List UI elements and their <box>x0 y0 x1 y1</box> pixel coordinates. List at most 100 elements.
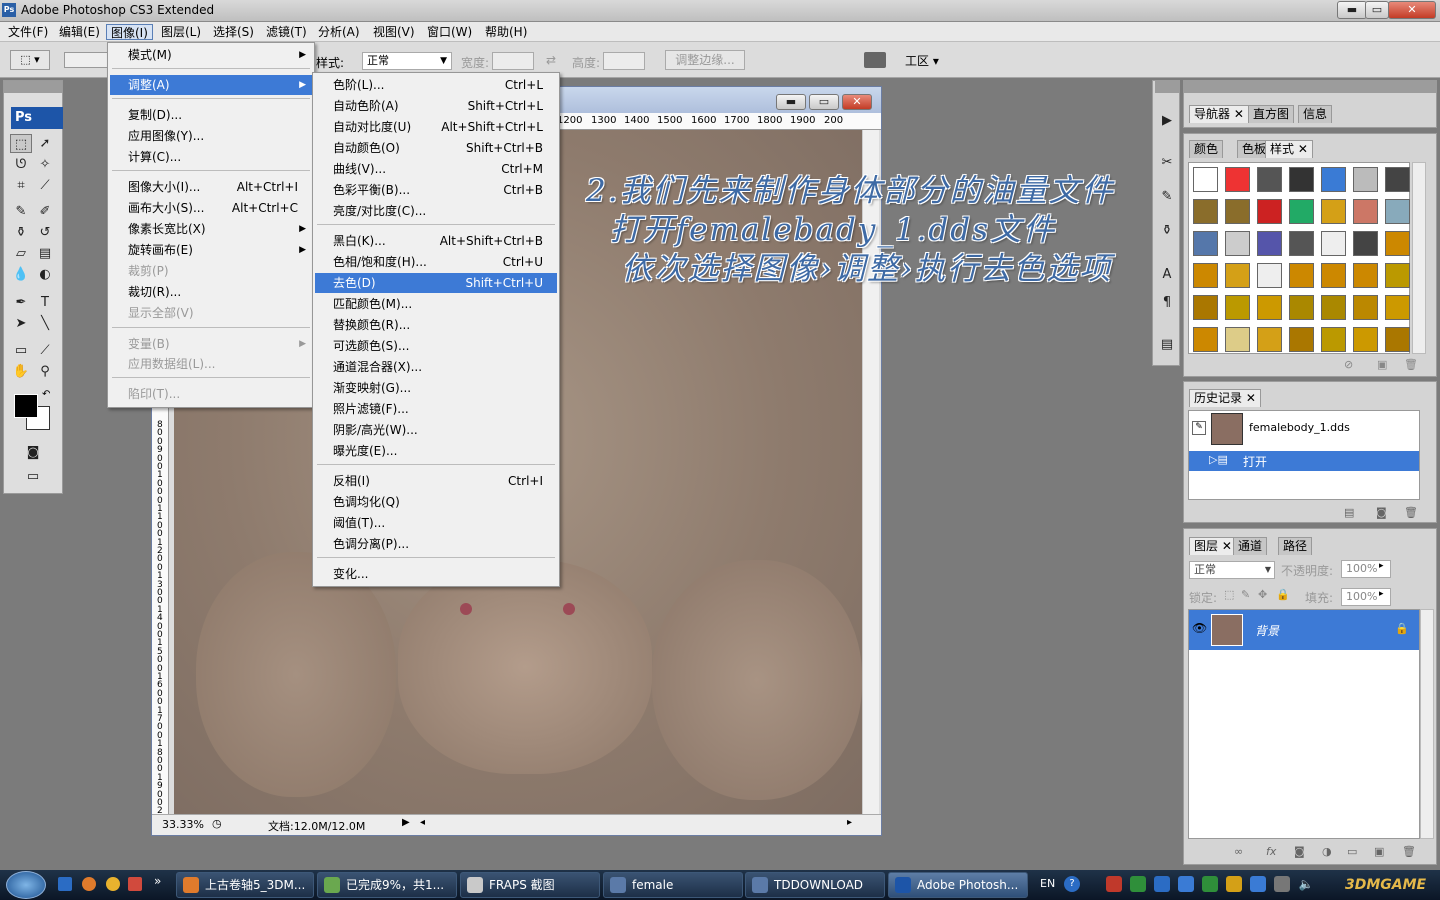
swap-colors-icon[interactable]: ↶ <box>42 389 50 400</box>
style-swatch[interactable] <box>1385 327 1410 352</box>
opacity-arrow-icon[interactable]: ▸ <box>1379 561 1384 571</box>
image-menu-item[interactable]: 像素长宽比(X) ▶ <box>110 219 312 239</box>
brush-tool-icon[interactable]: ✐ <box>34 202 56 221</box>
taskbar-item[interactable]: 上古卷轴5_3DM... <box>176 872 314 898</box>
eye-icon[interactable]: 👁 <box>1192 621 1207 635</box>
height-input[interactable] <box>603 52 645 70</box>
help-icon[interactable]: ? <box>1064 876 1080 892</box>
image-menu-item[interactable]: 陷印(T)... <box>110 384 312 404</box>
adjust-menu-item[interactable]: 阴影/高光(W)... <box>315 420 557 440</box>
more-icon[interactable]: » <box>154 874 161 888</box>
close-icon[interactable]: ✕ <box>1234 107 1244 121</box>
quicklaunch-icon[interactable] <box>106 877 120 891</box>
tray-icon[interactable] <box>1130 876 1146 892</box>
width-input[interactable] <box>492 52 534 70</box>
style-swatch[interactable] <box>1353 263 1378 288</box>
menu-select[interactable]: 选择(S) <box>209 24 258 40</box>
layers-scrollbar[interactable] <box>1420 609 1434 839</box>
tab-channels[interactable]: 通道 <box>1233 537 1268 555</box>
style-swatch[interactable] <box>1257 263 1282 288</box>
swap-icon[interactable]: ⇄ <box>546 53 556 67</box>
foreground-color-swatch[interactable] <box>14 394 38 418</box>
panel-header[interactable] <box>1184 81 1436 93</box>
doc-maximize-button[interactable]: ▭ <box>809 94 839 110</box>
fill-arrow-icon[interactable]: ▸ <box>1379 589 1384 599</box>
styles-scrollbar[interactable] <box>1412 162 1426 354</box>
history-brush-icon[interactable]: ↺ <box>34 223 56 242</box>
hand-tool-icon[interactable]: ✋ <box>10 362 32 381</box>
menu-window[interactable]: 窗口(W) <box>423 24 476 40</box>
adjust-menu-item[interactable]: 色调均化(Q) <box>315 492 557 512</box>
show-desktop-icon[interactable] <box>58 877 72 891</box>
close-icon[interactable]: ✕ <box>1298 142 1308 156</box>
dodge-tool-icon[interactable]: ◐ <box>34 265 56 284</box>
style-swatch[interactable] <box>1321 295 1346 320</box>
start-button[interactable] <box>6 871 46 899</box>
crop-tool-icon[interactable]: ⌗ <box>10 176 32 195</box>
style-swatch[interactable] <box>1353 231 1378 256</box>
dock-header[interactable] <box>1155 81 1179 93</box>
status-menu-arrow-icon[interactable]: ▶ <box>402 817 410 828</box>
new-document-from-state-icon[interactable]: ▤ <box>1344 506 1354 519</box>
healing-brush-icon[interactable]: ✎ <box>10 202 32 221</box>
adjust-menu-item[interactable]: 色调分离(P)... <box>315 534 557 554</box>
type-tool-icon[interactable]: T <box>34 293 56 312</box>
tab-layers[interactable]: 图层 ✕ <box>1189 537 1237 555</box>
quick-mask-icon[interactable]: ◙ <box>22 443 44 462</box>
screen-mode-icon[interactable]: ▭ <box>22 467 44 486</box>
taskbar-item-photoshop[interactable]: Adobe Photosh... <box>888 872 1028 898</box>
menu-analysis[interactable]: 分析(A) <box>314 24 364 40</box>
adjust-menu-item[interactable]: 反相(I) Ctrl+I <box>315 471 557 491</box>
doc-minimize-button[interactable]: ▬ <box>776 94 806 110</box>
network-icon[interactable] <box>1274 876 1290 892</box>
character-icon[interactable]: A <box>1156 265 1178 284</box>
style-swatch[interactable] <box>1193 295 1218 320</box>
move-tool-icon[interactable]: ➚ <box>34 134 56 153</box>
style-swatch[interactable] <box>1353 295 1378 320</box>
image-menu-item[interactable]: 应用图像(Y)... <box>110 126 312 146</box>
tab-styles[interactable]: 样式 ✕ <box>1265 140 1313 158</box>
image-menu-item[interactable]: 裁切(R)... <box>110 282 312 302</box>
menu-edit[interactable]: 编辑(E) <box>55 24 104 40</box>
tool-presets-icon[interactable]: ✂ <box>1156 153 1178 172</box>
adjust-menu-item[interactable]: 变化... <box>315 564 557 584</box>
slice-tool-icon[interactable]: ⟋ <box>34 176 56 195</box>
blend-mode-select[interactable]: 正常 ▼ <box>1189 561 1275 579</box>
adjust-menu-item[interactable]: 通道混合器(X)... <box>315 357 557 377</box>
adjust-menu-item[interactable]: 阈值(T)... <box>315 513 557 533</box>
bridge-icon[interactable] <box>864 52 886 68</box>
gradient-tool-icon[interactable]: ▤ <box>34 244 56 263</box>
style-swatch[interactable] <box>1289 327 1314 352</box>
lock-image-icon[interactable]: ✎ <box>1241 588 1250 601</box>
style-swatch[interactable] <box>1289 263 1314 288</box>
image-menu-item[interactable]: 旋转画布(E) ▶ <box>110 240 312 260</box>
style-swatch[interactable] <box>1289 231 1314 256</box>
lock-position-icon[interactable]: ✥ <box>1258 588 1267 601</box>
taskbar-item[interactable]: TDDOWNLOAD <box>745 872 885 898</box>
style-swatch[interactable] <box>1257 231 1282 256</box>
tab-paths[interactable]: 路径 <box>1278 537 1313 555</box>
adjust-menu-item[interactable]: 可选颜色(S)... <box>315 336 557 356</box>
clear-style-icon[interactable]: ⊘ <box>1344 358 1353 371</box>
lasso-tool-icon[interactable]: ᘎ <box>10 155 32 174</box>
path-select-icon[interactable]: ➤ <box>10 314 32 333</box>
adjust-menu-item[interactable]: 渐变映射(G)... <box>315 378 557 398</box>
taskbar-item[interactable]: female <box>603 872 743 898</box>
line-tool-icon[interactable]: ╲ <box>34 314 56 333</box>
layer-mask-icon[interactable]: ◙ <box>1294 845 1305 858</box>
scroll-right-icon[interactable]: ▸ <box>847 817 852 828</box>
style-swatch[interactable] <box>1385 167 1410 192</box>
lock-all-icon[interactable]: 🔒 <box>1276 588 1290 601</box>
minimize-button[interactable]: ▬ <box>1337 1 1367 19</box>
tray-icon[interactable] <box>1226 876 1242 892</box>
menu-filter[interactable]: 滤镜(T) <box>262 24 311 40</box>
style-swatch[interactable] <box>1257 295 1282 320</box>
adjust-menu-item[interactable]: 色彩平衡(B)... Ctrl+B <box>315 180 557 200</box>
style-swatch[interactable] <box>1193 263 1218 288</box>
marquee-tool-icon[interactable]: ⬚ <box>10 134 32 153</box>
quicklaunch-icon[interactable] <box>128 877 142 891</box>
new-style-icon[interactable]: ▣ <box>1377 358 1387 371</box>
pen-tool-icon[interactable]: ✒ <box>10 293 32 312</box>
style-swatch[interactable] <box>1225 327 1250 352</box>
adjustment-layer-icon[interactable]: ◑ <box>1322 845 1332 858</box>
